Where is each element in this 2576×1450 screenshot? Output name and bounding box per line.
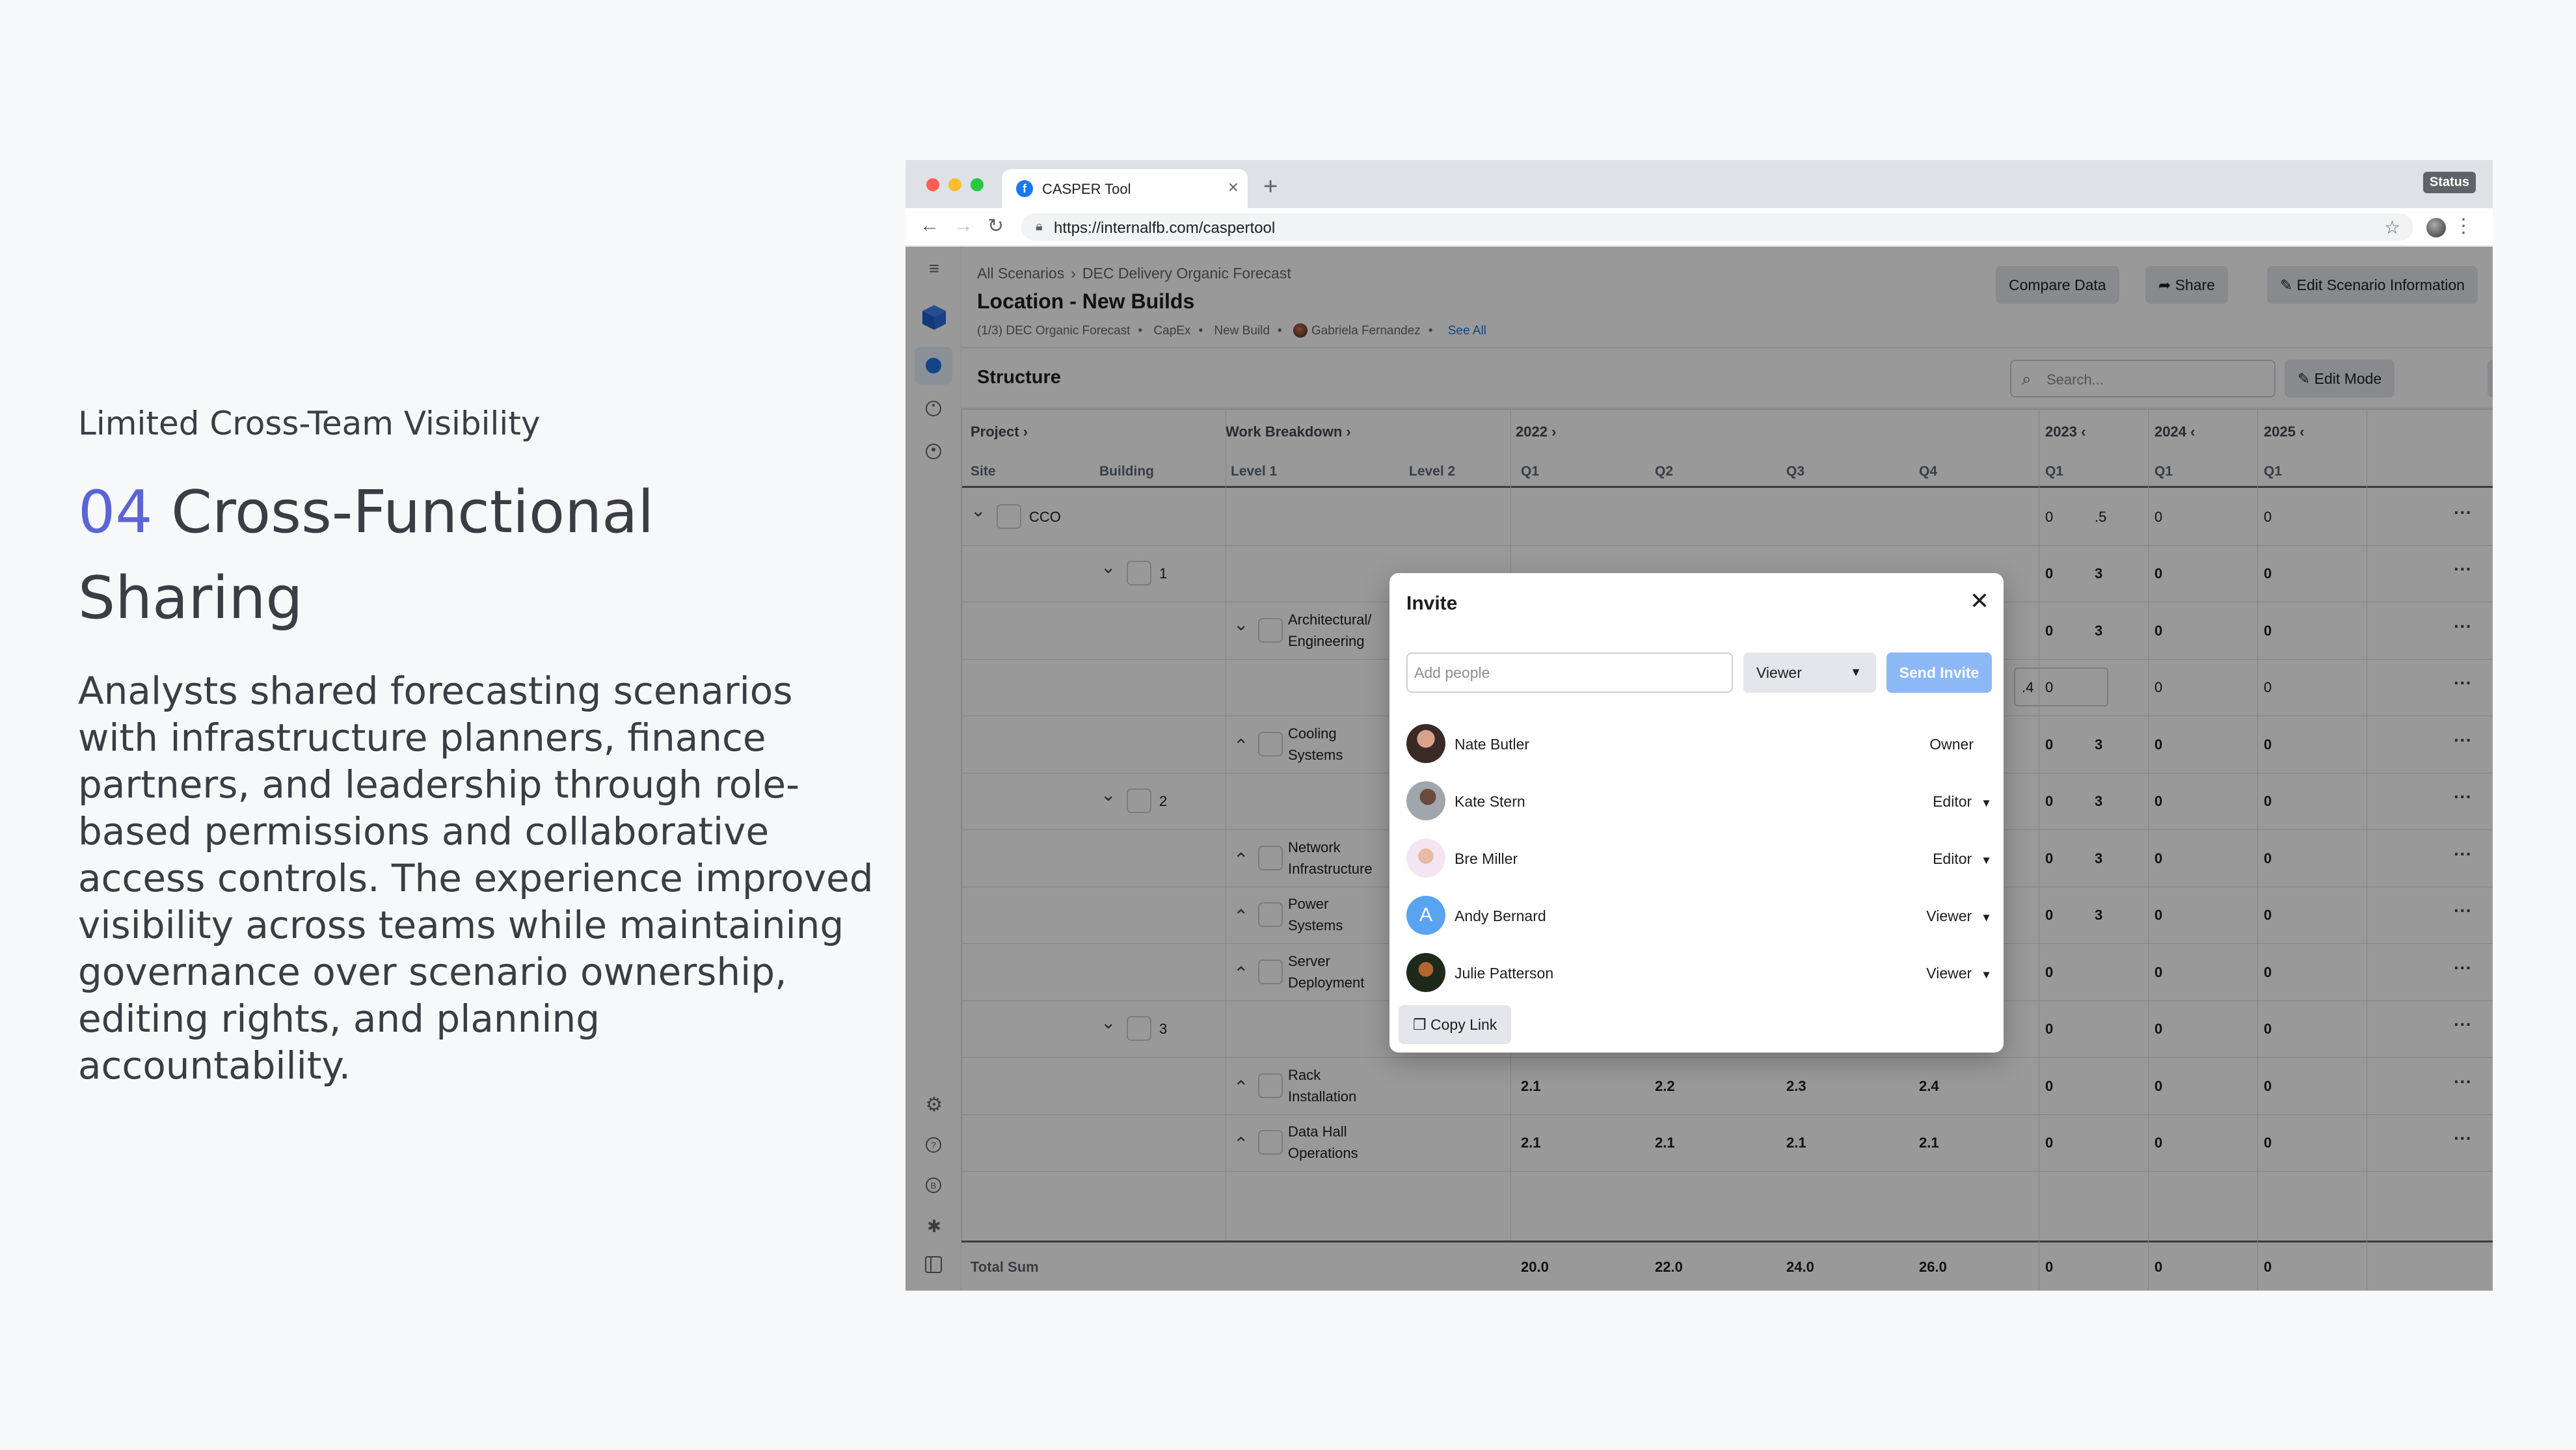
person-role-select[interactable]: Viewer ▼ xyxy=(1926,907,1992,925)
headline: 04 Cross-Functional Sharing xyxy=(78,470,859,641)
url-text: https://internalfb.com/caspertool xyxy=(1054,219,1276,237)
person-name: Kate Stern xyxy=(1455,793,1525,810)
person-name: Nate Butler xyxy=(1455,736,1530,753)
headline-line2: Sharing xyxy=(78,564,303,632)
person-role-select[interactable]: Editor ▼ xyxy=(1933,850,1992,868)
bookmark-star-icon[interactable]: ☆ xyxy=(2384,217,2400,238)
person-role-label: Editor xyxy=(1933,850,1972,867)
facebook-favicon-icon: f xyxy=(1016,180,1033,197)
send-invite-button[interactable]: Send Invite xyxy=(1886,652,1992,693)
person-role-label: Editor xyxy=(1933,793,1972,810)
minimize-window-dot[interactable] xyxy=(948,178,961,191)
close-icon[interactable]: ✕ xyxy=(1970,587,1989,615)
maximize-window-dot[interactable] xyxy=(971,178,984,191)
eyebrow-text: Limited Cross-Team Visibility xyxy=(78,405,541,442)
headline-line1: Cross-Functional xyxy=(171,478,654,546)
browser-window: f CASPER Tool × + Status ← → ↻ 🔒︎ https:… xyxy=(906,160,2493,1291)
avatar xyxy=(1406,724,1445,763)
tab-bar: f CASPER Tool × + Status xyxy=(906,160,2493,208)
address-bar: ← → ↻ 🔒︎ https://internalfb.com/casperto… xyxy=(906,208,2493,246)
person-role-label: Viewer xyxy=(1926,907,1972,924)
person-role-select[interactable]: Editor ▼ xyxy=(1933,793,1992,811)
lock-icon: 🔒︎ xyxy=(1036,219,1043,234)
avatar xyxy=(1406,839,1445,878)
profile-avatar[interactable] xyxy=(2426,218,2446,237)
person-name: Bre Miller xyxy=(1455,850,1518,867)
close-window-dot[interactable] xyxy=(926,178,939,191)
tab-title: CASPER Tool xyxy=(1042,181,1131,197)
copy-icon: ❐ xyxy=(1413,1016,1431,1033)
section-number: 04 xyxy=(78,478,153,546)
role-select-value: Viewer xyxy=(1756,664,1802,681)
avatar xyxy=(1406,781,1445,820)
copy-link-label: Copy Link xyxy=(1430,1016,1497,1033)
tab-close-icon[interactable]: × xyxy=(1228,177,1239,198)
person-row: Julie Patterson Viewer ▼ xyxy=(1406,953,1992,995)
new-tab-icon[interactable]: + xyxy=(1263,173,1278,201)
invite-dialog: Invite ✕ Viewer ▼ Send Invite Nate Butle… xyxy=(1389,573,2004,1053)
add-people-input[interactable] xyxy=(1406,652,1733,693)
caret-down-icon: ▼ xyxy=(1850,665,1862,678)
person-role-label: Viewer xyxy=(1926,965,1972,982)
role-select[interactable]: Viewer ▼ xyxy=(1743,652,1876,693)
person-name: Andy Bernard xyxy=(1455,907,1546,924)
browser-tab[interactable]: f CASPER Tool × xyxy=(1002,169,1248,208)
url-field[interactable]: 🔒︎ https://internalfb.com/caspertool ☆ xyxy=(1021,213,2413,241)
app-root: ≡ ⚙ ? B ✱ All Scenarios › DEC Delivery Org… xyxy=(906,247,2493,1291)
copy-link-button[interactable]: ❐ Copy Link xyxy=(1399,1005,1512,1044)
caret-down-icon: ▼ xyxy=(1981,854,1992,866)
status-badge[interactable]: Status xyxy=(2422,172,2476,193)
person-row: Kate Stern Editor ▼ xyxy=(1406,781,1992,823)
avatar: A xyxy=(1406,896,1445,935)
reload-icon[interactable]: ↻ xyxy=(987,215,1004,237)
person-row: A Andy Bernard Viewer ▼ xyxy=(1406,896,1992,937)
person-row: Bre Miller Editor ▼ xyxy=(1406,839,1992,880)
person-role-label: Owner xyxy=(1929,736,1974,753)
caret-down-icon: ▼ xyxy=(1981,797,1992,809)
person-row: Nate Butler Owner xyxy=(1406,724,1992,766)
forward-arrow-icon[interactable]: → xyxy=(954,215,973,237)
person-name: Julie Patterson xyxy=(1455,965,1554,982)
caret-down-icon: ▼ xyxy=(1981,911,1992,924)
back-arrow-icon[interactable]: ← xyxy=(920,215,939,237)
caret-down-icon: ▼ xyxy=(1981,969,1992,981)
dialog-title: Invite xyxy=(1406,593,1458,614)
person-role-select: Owner xyxy=(1929,736,1974,753)
person-role-select[interactable]: Viewer ▼ xyxy=(1926,965,1992,982)
body-copy: Analysts shared forecasting scenarios wi… xyxy=(78,669,874,1088)
avatar xyxy=(1406,953,1445,992)
browser-menu-icon[interactable]: ⋮ xyxy=(2454,215,2473,237)
